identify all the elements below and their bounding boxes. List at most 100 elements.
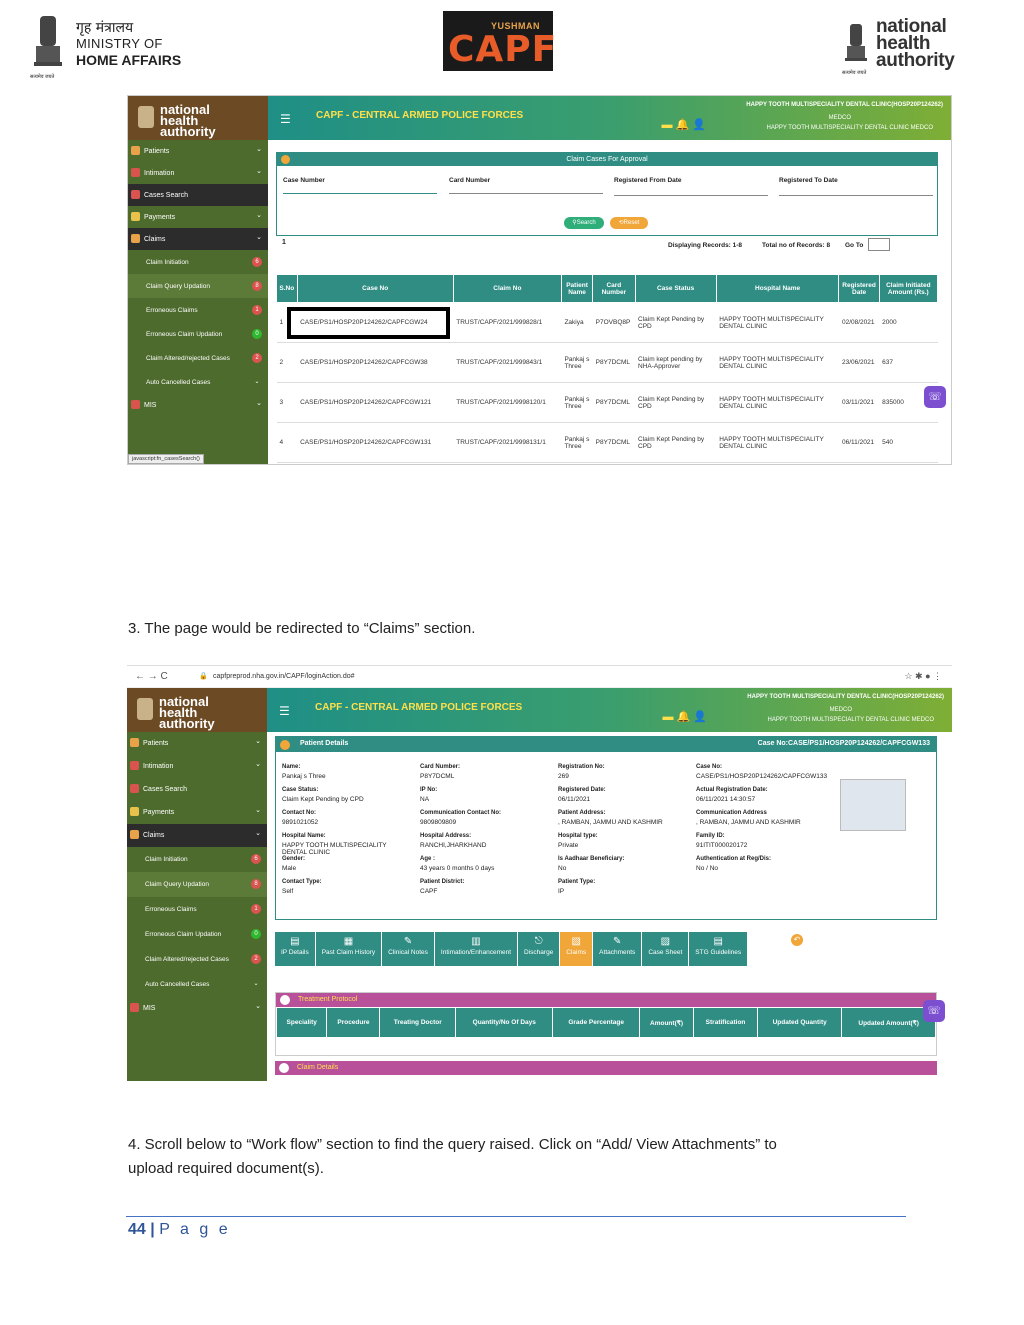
sidebar-item-payments[interactable]: Payments ⌄ xyxy=(128,206,268,228)
field-label: Hospital type: xyxy=(558,833,598,839)
treatment-table: Speciality Procedure Treating Doctor Quanti… xyxy=(275,1007,936,1038)
tab-claims[interactable]: ▧ Claims xyxy=(560,932,594,966)
sidebar-item-mis[interactable]: MIS ⌄ xyxy=(128,394,268,416)
tab-icon: ✎ xyxy=(613,936,622,947)
tab-ip-details[interactable]: ▤ IP Details xyxy=(275,932,316,966)
treatment-header-cell: Stratification xyxy=(693,1007,758,1038)
tab-clinical-notes[interactable]: ✎ Clinical Notes xyxy=(382,932,435,966)
field-label: Hospital Name: xyxy=(282,833,326,839)
sidebar-sub-erroneous-claims[interactable]: Erroneous Claims 1 xyxy=(128,298,268,322)
sidebar-sub-erroneous-claims[interactable]: Erroneous Claims 1 xyxy=(127,897,267,922)
sidebar-item-patients[interactable]: Patients ⌄ xyxy=(128,140,268,162)
step3-text: 3. The page would be redirected to “Clai… xyxy=(128,620,476,637)
table-cell[interactable]: CASE/PS1/HOSP20P124262/CAPFCGW121 xyxy=(297,382,454,423)
app-logo: national health authority xyxy=(128,96,268,140)
tab-icon: ▤ xyxy=(290,936,300,947)
case-number-input[interactable] xyxy=(283,193,437,194)
sidebar-item-cases-search[interactable]: Cases Search xyxy=(127,778,267,801)
sidebar-sub-claim-altered[interactable]: Claim Altered/rejected Cases 2 xyxy=(127,947,267,972)
sidebar-sub-auto-cancelled[interactable]: Auto Cancelled Cases ⌄ xyxy=(128,370,268,394)
sidebar-sub-claim-initiation[interactable]: Claim Initiation 6 xyxy=(128,250,268,274)
sidebar-sub-claim-query-updation[interactable]: Claim Query Updation 8 xyxy=(127,872,267,897)
sidebar-sub-auto-cancelled[interactable]: Auto Cancelled Cases ⌄ xyxy=(127,972,267,997)
sidebar-item-patients[interactable]: Patients ⌄ xyxy=(127,732,267,755)
reg-to-input[interactable] xyxy=(779,195,933,196)
notification-icons[interactable]: ▬ 🔔 👤 xyxy=(661,118,706,131)
field-value: , RAMBAN, JAMMU AND KASHMIR xyxy=(696,819,801,826)
tab-label: Claims xyxy=(566,949,587,956)
field-label: Gender: xyxy=(282,856,306,862)
tab-intimation-enhancement[interactable]: ▥ Intimation/Enhancement xyxy=(434,932,519,966)
table-row[interactable]: 3 CASE/PS1/HOSP20P124262/CAPFCGW121 TRUST/… xyxy=(276,382,938,423)
goto-input[interactable] xyxy=(868,238,890,251)
table-header-cell: Claim Initiated Amount (Rs.) xyxy=(878,274,939,303)
table-cell: Pankaj s Three xyxy=(561,382,593,423)
app-logo: national health authority xyxy=(127,688,267,732)
table-cell: P8Y7DCML xyxy=(592,342,636,383)
table-cell: HAPPY TOOTH MULTISPECIALITY DENTAL CLINI… xyxy=(716,382,839,423)
table-cell[interactable]: CASE/PS1/HOSP20P124262/CAPFCGW38 xyxy=(297,342,454,383)
table-header-cell: S.No xyxy=(276,274,298,303)
tab-label: Discharge xyxy=(524,949,554,956)
sidebar-item-cases-search[interactable]: Cases Search xyxy=(128,184,268,206)
table-row[interactable]: 4 CASE/PS1/HOSP20P124262/CAPFCGW131 TRUST/… xyxy=(276,422,938,463)
mha-logo: गृह मंत्रालय MINISTRY OF HOME AFFAIRS सत… xyxy=(28,12,198,80)
table-cell: 4 xyxy=(276,422,298,463)
sidebar-item-claims[interactable]: Claims ⌄ xyxy=(127,824,267,847)
menu-icon[interactable]: ☰ xyxy=(280,112,291,126)
reg-from-input[interactable] xyxy=(614,195,768,196)
tab-case-sheet[interactable]: ▨ Case Sheet xyxy=(642,932,690,966)
table-cell: 637 xyxy=(879,342,938,383)
table-cell: Claim Kept Pending by CPD xyxy=(635,302,717,343)
sidebar-item-claims[interactable]: Claims ⌄ xyxy=(128,228,268,250)
hospital-sub[interactable]: HAPPY TOOTH MULTISPECIALITY DENTAL CLINI… xyxy=(767,125,933,131)
page-footer: 44 | P a g e xyxy=(128,1221,231,1238)
tab-past-claim-history[interactable]: ▦ Past Claim History xyxy=(315,932,383,966)
field-label: Case No: xyxy=(696,764,723,770)
collapse-icon[interactable] xyxy=(280,740,290,750)
sidebar-item-intimation[interactable]: Intimation ⌄ xyxy=(128,162,268,184)
field-value: Private xyxy=(558,842,579,849)
url-bar[interactable]: capfpreprod.nha.gov.in/CAPF/loginAction.… xyxy=(213,673,355,680)
tab-discharge[interactable]: ⎋ Discharge xyxy=(518,932,561,966)
field-value: 9809809809 xyxy=(420,819,457,826)
pagination-page[interactable]: 1 xyxy=(282,239,286,246)
sidebar-sub-erroneous-claim-updation[interactable]: Erroneous Claim Updation 0 xyxy=(127,922,267,947)
chat-icon[interactable]: ☏ xyxy=(924,386,946,408)
table-cell: TRUST/CAPF/2021/9998131/1 xyxy=(453,422,562,463)
search-button[interactable]: ⚲Search xyxy=(564,217,604,229)
goto-label: Go To xyxy=(845,242,864,249)
browser-actions-icon[interactable]: ☆ ✱ ● ⋮ xyxy=(904,671,942,682)
nav-icons[interactable]: ← → C xyxy=(135,671,168,682)
sidebar-sub-claim-initiation[interactable]: Claim Initiation 6 xyxy=(127,847,267,872)
table-row[interactable]: 2 CASE/PS1/HOSP20P124262/CAPFCGW38 TRUST/C… xyxy=(276,342,938,383)
tab-stg-guidelines[interactable]: ▤ STG Guidelines xyxy=(689,932,749,966)
card-number-input[interactable] xyxy=(449,193,603,194)
patient-details-panel: Patient Details Case No:CASE/PS1/HOSP20P… xyxy=(275,736,937,920)
sidebar-item-payments[interactable]: Payments ⌄ xyxy=(127,801,267,824)
table-cell: 3 xyxy=(276,382,298,423)
mha-line2: HOME AFFAIRS xyxy=(76,52,182,68)
tab-attachments[interactable]: ✎ Attachments xyxy=(593,932,643,966)
field-label: Registered Date: xyxy=(558,787,606,793)
field-value: P8Y7DCML xyxy=(420,773,455,780)
menu-icon[interactable]: ☰ xyxy=(279,704,290,718)
table-cell[interactable]: CASE/PS1/HOSP20P124262/CAPFCGW131 xyxy=(297,422,454,463)
sidebar-sub-erroneous-claim-updation[interactable]: Erroneous Claim Updation 0 xyxy=(128,322,268,346)
sidebar-item-intimation[interactable]: Intimation ⌄ xyxy=(127,755,267,778)
field-value: Male xyxy=(282,865,297,872)
sidebar-sub-claim-altered[interactable]: Claim Altered/rejected Cases 2 xyxy=(128,346,268,370)
claim-details-header[interactable]: Claim Details xyxy=(275,1061,937,1075)
notification-icons[interactable]: ▬ 🔔 👤 xyxy=(662,710,707,723)
chat-icon[interactable]: ☏ xyxy=(923,1000,945,1022)
hospital-sub[interactable]: HAPPY TOOTH MULTISPECIALITY DENTAL CLINI… xyxy=(768,717,934,723)
field-value: , RAMBAN, JAMMU AND KASHMIR xyxy=(558,819,663,826)
field-value: 06/11/2021 14:30:57 xyxy=(696,796,756,803)
reset-button[interactable]: ⟲Reset xyxy=(610,217,648,229)
sidebar-item-mis[interactable]: MIS ⌄ xyxy=(127,997,267,1020)
field-label: Family ID: xyxy=(696,833,725,839)
sidebar-sub-claim-query-updation[interactable]: Claim Query Updation 8 xyxy=(128,274,268,298)
table-cell: TRUST/CAPF/2021/9998120/1 xyxy=(453,382,562,423)
back-icon[interactable]: ↶ xyxy=(791,934,803,946)
tab-icon: ▦ xyxy=(343,936,354,947)
